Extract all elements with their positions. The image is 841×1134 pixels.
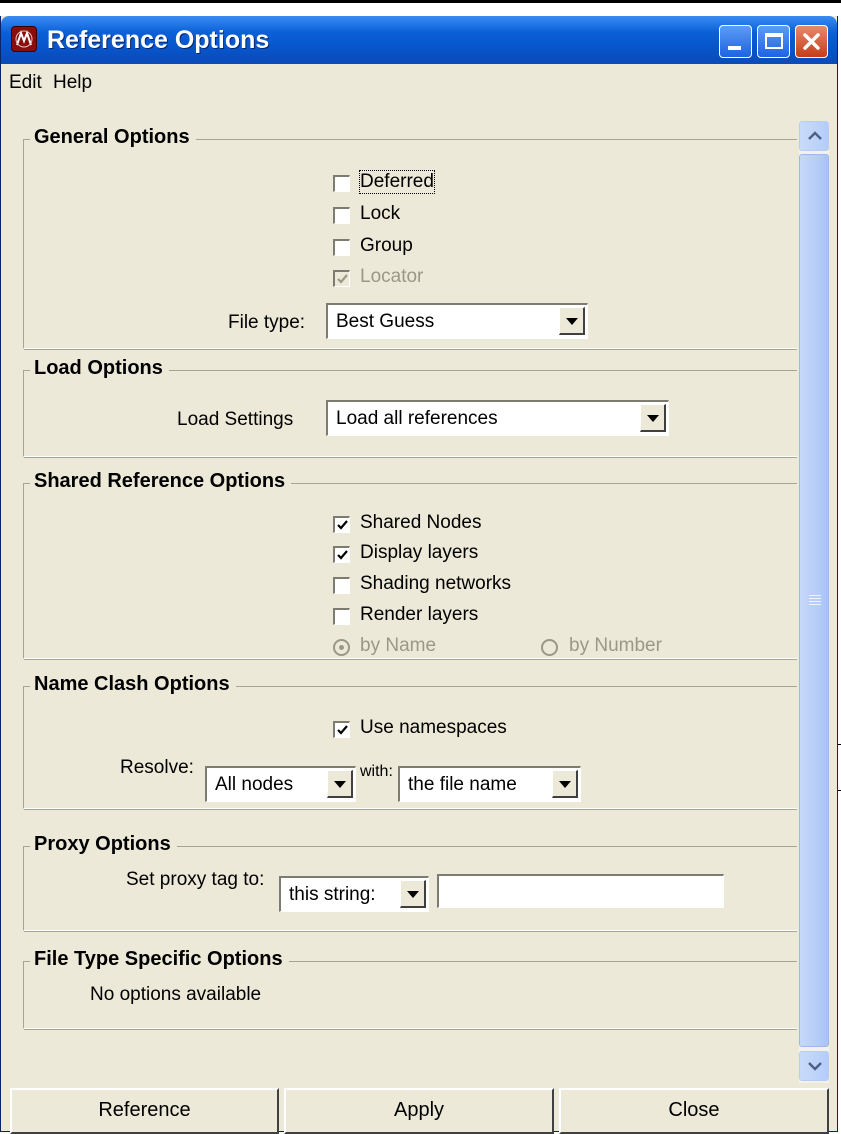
resolve-label: Resolve: <box>120 757 194 778</box>
scroll-down-button[interactable] <box>799 1051 829 1081</box>
close-icon <box>803 33 820 50</box>
menu-edit[interactable]: Edit <box>9 72 42 94</box>
reference-button[interactable]: Reference <box>10 1088 279 1134</box>
group-label[interactable]: Group <box>360 235 413 257</box>
background-rule <box>0 0 841 3</box>
scroll-thumb[interactable] <box>799 154 829 1047</box>
use-namespaces-checkbox[interactable] <box>333 721 350 738</box>
vertical-scrollbar[interactable] <box>799 121 829 1083</box>
menu-bar: Edit Help <box>1 64 837 104</box>
locator-label[interactable]: Locator <box>360 266 423 288</box>
shared-reference-options-heading: Shared Reference Options <box>30 470 292 493</box>
shared-nodes-checkbox[interactable] <box>333 516 350 533</box>
shared-nodes-label[interactable]: Shared Nodes <box>360 512 481 534</box>
apply-button[interactable]: Apply <box>284 1088 554 1134</box>
render-layers-label[interactable]: Render layers <box>360 604 478 626</box>
with-label: with: <box>360 763 393 780</box>
proxy-mode-value: this string: <box>289 884 376 905</box>
close-window-button[interactable] <box>795 25 828 58</box>
file-type-specific-options-group: File Type Specific Options No options av… <box>23 948 797 1030</box>
locator-checkbox[interactable] <box>333 270 350 287</box>
group-checkbox[interactable] <box>333 239 350 256</box>
no-options-message: No options available <box>90 984 262 1005</box>
name-clash-options-group: Name Clash Options Use namespaces Resolv… <box>23 673 797 810</box>
lock-checkbox[interactable] <box>333 207 350 224</box>
chevron-up-icon <box>808 131 822 140</box>
reference-options-window: Reference Options Edit Help General Opti… <box>0 16 838 1134</box>
shading-networks-checkbox[interactable] <box>333 577 350 594</box>
file-type-value: Best Guess <box>336 311 435 332</box>
by-number-radio[interactable] <box>541 639 558 656</box>
proxy-options-heading: Proxy Options <box>30 833 177 856</box>
display-layers-checkbox[interactable] <box>333 546 350 563</box>
resolve-value: All nodes <box>215 774 294 795</box>
by-number-label[interactable]: by Number <box>569 635 662 657</box>
with-dropdown[interactable]: the file name <box>398 766 581 802</box>
chevron-down-icon[interactable] <box>552 770 578 798</box>
chevron-down-icon[interactable] <box>640 404 666 432</box>
window-title: Reference Options <box>47 26 270 54</box>
with-value: the file name <box>408 774 517 795</box>
chevron-down-icon[interactable] <box>400 880 426 908</box>
shared-reference-options-group: Shared Reference Options Shared Nodes Di… <box>23 470 797 660</box>
chevron-down-icon[interactable] <box>559 307 585 335</box>
use-namespaces-label[interactable]: Use namespaces <box>360 717 507 739</box>
minimize-icon <box>728 46 741 50</box>
lock-label[interactable]: Lock <box>360 203 400 225</box>
file-type-dropdown[interactable]: Best Guess <box>326 303 588 339</box>
maximize-button[interactable] <box>757 25 790 58</box>
load-options-group: Load Options Load Settings Load all refe… <box>23 357 797 458</box>
chevron-down-icon <box>808 1062 822 1071</box>
menu-help[interactable]: Help <box>53 72 92 94</box>
maximize-icon <box>765 33 783 49</box>
load-settings-dropdown[interactable]: Load all references <box>326 400 669 436</box>
chevron-down-icon[interactable] <box>327 770 353 798</box>
general-options-heading: General Options <box>30 126 196 149</box>
proxy-tag-input[interactable] <box>437 874 724 908</box>
by-name-label[interactable]: by Name <box>360 635 436 657</box>
title-bar[interactable]: Reference Options <box>1 16 837 64</box>
deferred-label[interactable]: Deferred <box>359 170 435 194</box>
set-proxy-tag-label: Set proxy tag to: <box>126 869 265 890</box>
display-layers-label[interactable]: Display layers <box>360 542 478 564</box>
proxy-mode-dropdown[interactable]: this string: <box>279 876 429 912</box>
file-type-specific-options-heading: File Type Specific Options <box>30 948 289 971</box>
maya-app-icon[interactable] <box>11 26 37 52</box>
resolve-dropdown[interactable]: All nodes <box>205 766 356 802</box>
scroll-up-button[interactable] <box>799 121 829 151</box>
render-layers-checkbox[interactable] <box>333 608 350 625</box>
load-settings-value: Load all references <box>336 408 498 429</box>
close-button[interactable]: Close <box>559 1088 829 1134</box>
shading-networks-label[interactable]: Shading networks <box>360 573 511 595</box>
general-options-group: General Options Deferred Lock Group Loca… <box>23 126 797 350</box>
proxy-options-group: Proxy Options Set proxy tag to: this str… <box>23 833 797 932</box>
by-name-radio[interactable] <box>333 639 350 656</box>
load-settings-label: Load Settings <box>177 409 294 430</box>
minimize-button[interactable] <box>719 25 752 58</box>
load-options-heading: Load Options <box>30 357 169 380</box>
file-type-label: File type: <box>228 312 306 333</box>
name-clash-options-heading: Name Clash Options <box>30 673 236 696</box>
deferred-checkbox[interactable] <box>333 175 350 192</box>
